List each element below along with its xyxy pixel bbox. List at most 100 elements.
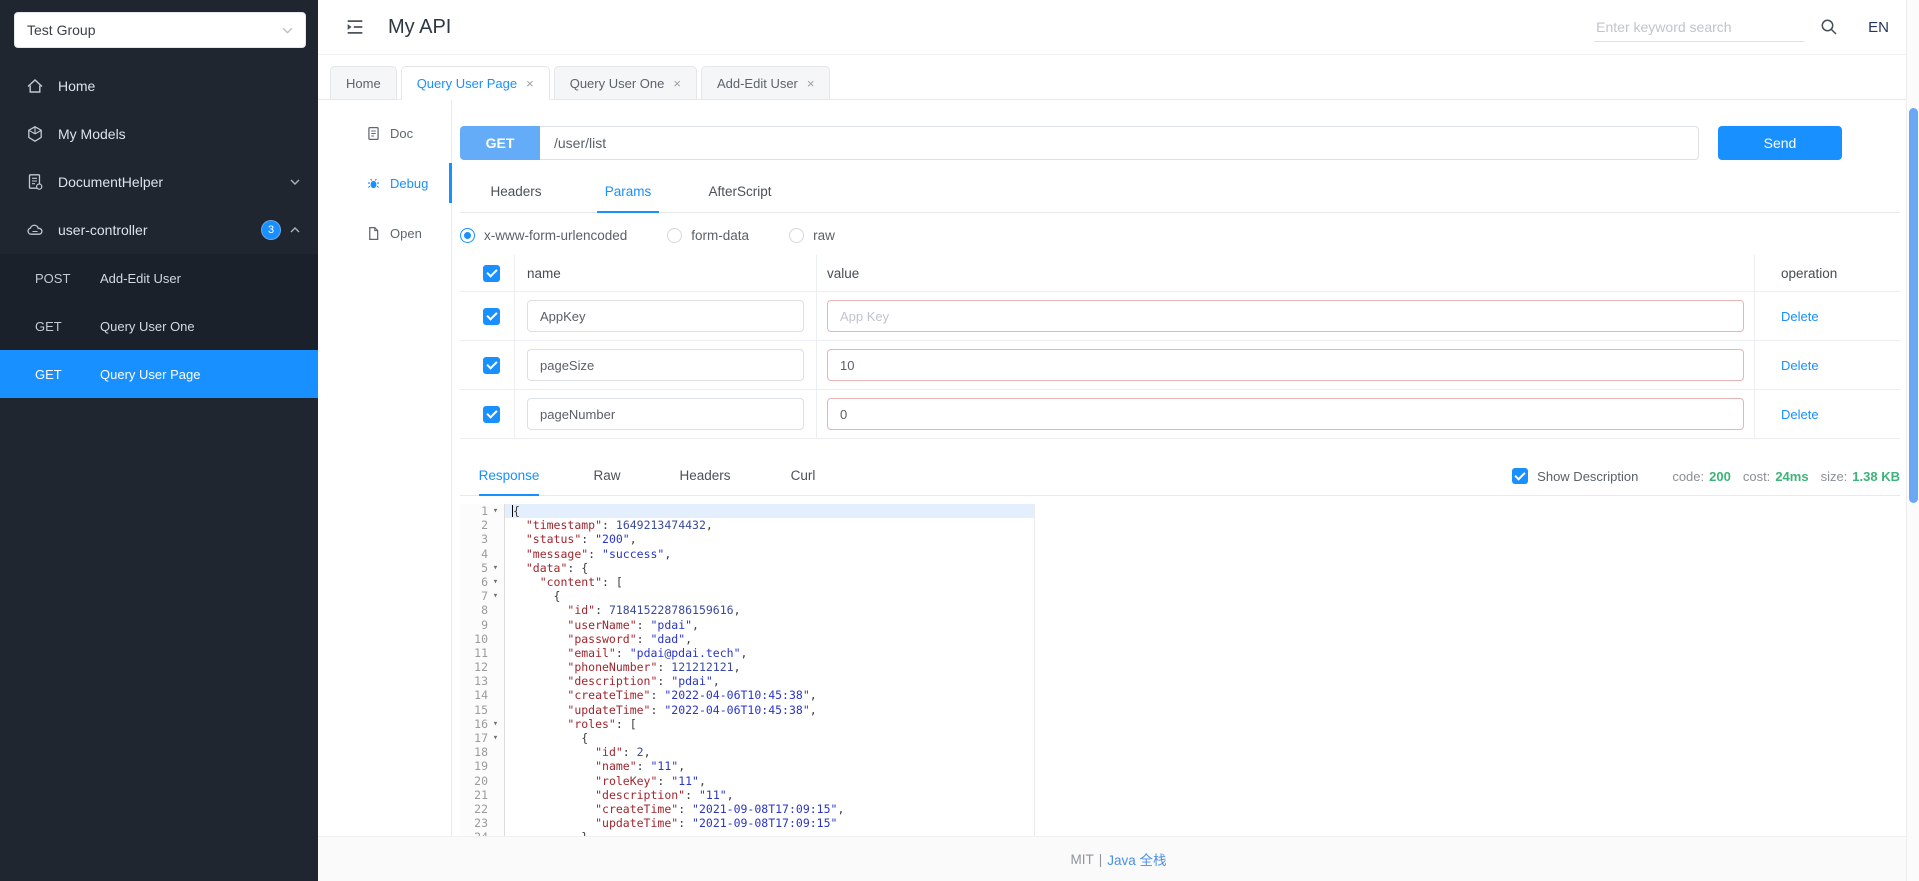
tab-afterscript[interactable]: AfterScript bbox=[684, 172, 796, 212]
delete-link[interactable]: Delete bbox=[1781, 309, 1819, 324]
close-icon[interactable]: × bbox=[807, 76, 815, 91]
fold-arrow-icon[interactable]: ▾ bbox=[488, 561, 503, 575]
code-line: "updateTime": "2021-09-08T17:09:15" bbox=[512, 816, 1900, 830]
endpoint-query-user-page[interactable]: GET Query User Page bbox=[0, 350, 318, 398]
endpoint-submenu: POST Add-Edit User GET Query User One GE… bbox=[0, 254, 318, 398]
sidebar-item-label: My Models bbox=[58, 126, 126, 142]
group-selector[interactable]: Test Group bbox=[14, 12, 306, 48]
delete-link[interactable]: Delete bbox=[1781, 358, 1819, 373]
tab-query-user-one[interactable]: Query User One × bbox=[554, 66, 697, 100]
radio-label: raw bbox=[813, 228, 835, 243]
line-number: 13 bbox=[460, 674, 488, 688]
param-name-input[interactable] bbox=[527, 349, 804, 381]
window-scrollbar[interactable] bbox=[1906, 0, 1919, 881]
tab-query-user-page[interactable]: Query User Page × bbox=[401, 66, 550, 100]
http-method-label: GET bbox=[35, 319, 100, 334]
tab-curl[interactable]: Curl bbox=[754, 457, 852, 495]
bug-icon bbox=[366, 176, 381, 191]
select-all-checkbox[interactable] bbox=[483, 265, 500, 282]
radio-raw[interactable]: raw bbox=[789, 228, 835, 243]
debug-workspace: GET Send Headers Params AfterScript x-ww… bbox=[452, 100, 1919, 836]
tool-menu-open[interactable]: Open bbox=[330, 208, 451, 258]
code-line: { bbox=[512, 504, 1900, 518]
sidebar-item-my-models[interactable]: My Models bbox=[0, 110, 318, 158]
tab-label: Query User Page bbox=[417, 76, 517, 91]
body-type-radio-group: x-www-form-urlencoded form-data raw bbox=[460, 228, 1900, 243]
endpoint-label: Add-Edit User bbox=[100, 271, 181, 286]
code-line: "description": "11", bbox=[512, 788, 1900, 802]
tab-raw[interactable]: Raw bbox=[558, 457, 656, 495]
param-name-input[interactable] bbox=[527, 398, 804, 430]
radio-dot-icon bbox=[667, 228, 682, 243]
tab-headers[interactable]: Headers bbox=[460, 172, 572, 212]
params-table-header: name value operation bbox=[460, 255, 1900, 292]
editor-gutter: 1▾2345▾6▾7▾8910111213141516▾17▾181920212… bbox=[460, 504, 505, 836]
code-line: "id": 2, bbox=[512, 745, 1900, 759]
sidebar-fold-icon[interactable] bbox=[344, 16, 366, 38]
search-input[interactable] bbox=[1594, 13, 1804, 42]
param-value-input[interactable] bbox=[827, 300, 1744, 332]
page-title: My API bbox=[388, 16, 451, 39]
tab-response-headers[interactable]: Headers bbox=[656, 457, 754, 495]
tab-response[interactable]: Response bbox=[460, 457, 558, 495]
row-checkbox[interactable] bbox=[483, 406, 500, 423]
param-value-input[interactable] bbox=[827, 349, 1744, 381]
sidebar-item-user-controller[interactable]: user-controller 3 bbox=[0, 206, 318, 254]
param-name-input[interactable] bbox=[527, 300, 804, 332]
search-icon[interactable] bbox=[1820, 18, 1838, 36]
tool-menu-debug[interactable]: Debug bbox=[330, 158, 451, 208]
scrollbar-thumb[interactable] bbox=[1909, 108, 1918, 503]
endpoint-label: Query User One bbox=[100, 319, 195, 334]
http-method-addon: GET bbox=[460, 126, 540, 160]
radio-form-data[interactable]: form-data bbox=[667, 228, 749, 243]
sidebar-item-document-helper[interactable]: DocumentHelper bbox=[0, 158, 318, 206]
fold-arrow-icon bbox=[488, 518, 503, 532]
close-icon[interactable]: × bbox=[526, 76, 534, 91]
line-number: 5 bbox=[460, 561, 488, 575]
fold-arrow-icon[interactable]: ▾ bbox=[488, 575, 503, 589]
tab-add-edit-user[interactable]: Add-Edit User × bbox=[701, 66, 831, 100]
fold-arrow-icon[interactable]: ▾ bbox=[488, 717, 503, 731]
endpoint-query-user-one[interactable]: GET Query User One bbox=[0, 302, 318, 350]
search-area: EN bbox=[1594, 13, 1905, 42]
tool-menu-doc[interactable]: Doc bbox=[330, 108, 451, 158]
fold-arrow-icon bbox=[488, 688, 503, 702]
line-number: 15 bbox=[460, 703, 488, 717]
fold-arrow-icon[interactable]: ▾ bbox=[488, 504, 503, 518]
fold-arrow-icon bbox=[488, 632, 503, 646]
line-number: 2 bbox=[460, 518, 488, 532]
show-description-checkbox[interactable] bbox=[1512, 468, 1528, 484]
code-line: "description": "pdai", bbox=[512, 674, 1900, 688]
code-line: "data": { bbox=[512, 561, 1900, 575]
fold-arrow-icon bbox=[488, 618, 503, 632]
response-section-tabs: Response Raw Headers Curl Show Descripti… bbox=[460, 457, 1900, 496]
sidebar-item-home[interactable]: Home bbox=[0, 62, 318, 110]
footer-link[interactable]: Java 全栈 bbox=[1107, 849, 1166, 869]
line-number: 6 bbox=[460, 575, 488, 589]
delete-link[interactable]: Delete bbox=[1781, 407, 1819, 422]
fold-arrow-icon bbox=[488, 774, 503, 788]
fold-arrow-icon[interactable]: ▾ bbox=[488, 731, 503, 745]
line-number: 7 bbox=[460, 589, 488, 603]
radio-x-www-form-urlencoded[interactable]: x-www-form-urlencoded bbox=[460, 228, 627, 243]
language-switch[interactable]: EN bbox=[1868, 19, 1889, 36]
sidebar-nav: Home My Models DocumentHelper bbox=[0, 62, 318, 254]
document-icon bbox=[26, 173, 44, 191]
response-json-editor[interactable]: 1▾2345▾6▾7▾8910111213141516▾17▾181920212… bbox=[460, 504, 1900, 836]
send-button[interactable]: Send bbox=[1718, 126, 1842, 160]
row-checkbox[interactable] bbox=[483, 308, 500, 325]
param-value-input[interactable] bbox=[827, 398, 1744, 430]
tool-menu: Doc Debug Open bbox=[330, 100, 452, 836]
close-icon[interactable]: × bbox=[673, 76, 681, 91]
fold-arrow-icon[interactable]: ▾ bbox=[488, 589, 503, 603]
request-url-input[interactable] bbox=[540, 126, 1699, 160]
code-line: "roles": [ bbox=[512, 717, 1900, 731]
tab-home[interactable]: Home bbox=[330, 66, 397, 100]
endpoint-add-edit-user[interactable]: POST Add-Edit User bbox=[0, 254, 318, 302]
fold-arrow-icon bbox=[488, 646, 503, 660]
tab-params[interactable]: Params bbox=[572, 172, 684, 212]
row-checkbox[interactable] bbox=[483, 357, 500, 374]
main-area: My API EN Home Query User Page × Query U… bbox=[318, 0, 1919, 881]
fold-arrow-icon bbox=[488, 547, 503, 561]
code-line: "message": "success", bbox=[512, 547, 1900, 561]
